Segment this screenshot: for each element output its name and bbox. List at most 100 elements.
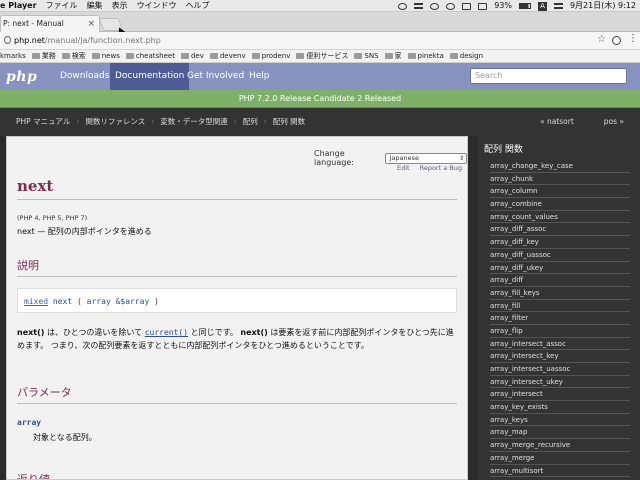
bookmark-item[interactable]: kmarks — [0, 50, 26, 62]
divider — [17, 276, 457, 277]
status-bars-icon[interactable] — [414, 3, 424, 9]
bookmark-folder[interactable]: SNS — [354, 50, 379, 62]
menu-view[interactable]: 表示 — [112, 0, 128, 12]
sidebar-item[interactable]: array_map — [490, 426, 630, 440]
breadcrumb-variables[interactable]: 変数・データ型関連 — [160, 108, 228, 136]
menu-window[interactable]: ウインドウ — [137, 0, 177, 12]
bookmark-folder[interactable]: devenv — [209, 50, 246, 62]
site-header: php Downloads Documentation Get Involved… — [0, 63, 640, 90]
sidebar-item[interactable]: array_intersect_ukey — [490, 376, 630, 389]
battery-icon[interactable] — [518, 3, 531, 9]
bookmark-folder[interactable]: design — [449, 50, 483, 62]
nav-help[interactable]: Help — [244, 63, 275, 90]
clock-icon[interactable] — [430, 2, 440, 10]
volume-icon[interactable] — [478, 2, 488, 10]
sidebar-item[interactable]: array_fill_keys — [490, 287, 630, 300]
input-method-icon[interactable]: A — [537, 1, 547, 11]
bookmark-folder[interactable]: 家 — [384, 50, 402, 62]
sidebar-item[interactable]: array_combine — [490, 198, 630, 211]
sidebar-item[interactable]: array_filter — [490, 312, 630, 325]
folder-icon — [125, 53, 134, 59]
folder-icon — [296, 53, 305, 59]
language-select[interactable]: Japanese ⇕ — [385, 152, 467, 164]
menu-file[interactable]: ファイル — [46, 0, 78, 12]
sidebar-item[interactable]: array_merge_recursive — [490, 439, 630, 452]
breadcrumb-separator: › — [76, 117, 80, 126]
report-bug-link[interactable]: Report a Bug — [420, 164, 462, 172]
breadcrumb-separator: › — [263, 117, 267, 126]
sidebar-item[interactable]: array_flip — [490, 325, 630, 338]
tab-strip: P: next - Manual × — [0, 12, 640, 32]
sidebar-item[interactable]: array_column — [490, 185, 630, 199]
info-icon[interactable] — [4, 36, 11, 44]
app-menu[interactable]: e Player — [0, 0, 37, 12]
status-circle-icon[interactable] — [398, 2, 408, 10]
bookmark-star-icon[interactable]: ☆ — [597, 34, 606, 45]
sidebar-item[interactable]: array_diff — [490, 274, 630, 287]
sidebar-title[interactable]: 配列 関数 — [484, 142, 523, 155]
sidebar-item[interactable]: array_diff_ukey — [490, 262, 630, 275]
sidebar-item[interactable]: array_intersect_key — [490, 350, 630, 363]
sidebar-item[interactable]: array_fill — [490, 300, 630, 313]
prev-link[interactable]: « natsort — [540, 108, 574, 136]
bookmark-label: prodenv — [261, 51, 291, 60]
sidebar-item[interactable]: array_keys — [490, 414, 630, 427]
bookmark-folder[interactable]: news — [91, 50, 120, 62]
browser-menu-icon[interactable]: ⋮ — [628, 34, 638, 44]
description-text: next() は、ひとつの違いを除いて current() と同じです。 nex… — [17, 326, 457, 352]
breadcrumb-arrays[interactable]: 配列 — [243, 108, 258, 136]
list-icon[interactable] — [553, 3, 563, 9]
bookmark-label: news — [101, 51, 120, 60]
extension-icon[interactable] — [612, 36, 621, 45]
sidebar-item[interactable]: array_count_values — [490, 211, 630, 224]
bookmark-folder[interactable]: cheatsheet — [125, 50, 175, 62]
sidebar-item[interactable]: array_diff_assoc — [490, 223, 630, 237]
sidebar-item[interactable]: array_intersect_assoc — [490, 338, 630, 351]
desc-fn-ref: next() — [17, 328, 45, 337]
release-banner[interactable]: PHP 7.2.0 Release Candidate 2 Released — [0, 90, 640, 108]
bookmark-folder[interactable]: prodenv — [251, 50, 291, 62]
language-value: Japanese — [389, 153, 419, 162]
sidebar-item[interactable]: array_multisort — [490, 465, 630, 478]
bookmark-folder[interactable]: pinekta — [407, 50, 444, 62]
menu-edit[interactable]: 編集 — [87, 0, 103, 12]
sidebar-item[interactable]: array_diff_uassoc — [490, 249, 630, 262]
folder-icon — [384, 53, 393, 59]
search-input[interactable]: Search — [470, 68, 627, 84]
clock-datetime[interactable]: 9月21日(木) 9:12 — [570, 0, 636, 12]
nav-downloads[interactable]: Downloads — [55, 63, 114, 90]
sidebar-item[interactable]: array_change_key_case — [490, 160, 630, 173]
nav-get-involved[interactable]: Get Involved — [182, 63, 249, 90]
desc-text: と同じです。 — [188, 328, 241, 337]
sidebar-item[interactable]: array_intersect — [490, 388, 630, 402]
wifi-icon[interactable] — [446, 2, 456, 10]
sidebar-item[interactable]: array_chunk — [490, 173, 630, 186]
bookmark-label: 家 — [394, 51, 402, 60]
breadcrumb-manual[interactable]: PHP マニュアル — [16, 108, 70, 136]
bookmark-folder[interactable]: 業務 — [31, 50, 56, 62]
close-icon[interactable]: × — [87, 16, 95, 32]
bookmark-folder[interactable]: dev — [180, 50, 204, 62]
edit-link[interactable]: Edit — [397, 164, 410, 172]
browser-tab-active[interactable]: P: next - Manual × — [0, 15, 100, 32]
url-field[interactable]: php.net/manual/ja/function.next.php — [14, 35, 161, 46]
bookmark-folder[interactable]: 便利サービス — [296, 50, 348, 62]
next-link[interactable]: pos » — [604, 108, 624, 136]
nav-documentation[interactable]: Documentation — [110, 63, 190, 90]
sidebar-item[interactable]: array_merge — [490, 452, 630, 465]
menu-help[interactable]: ヘルプ — [186, 0, 210, 12]
sidebar-item[interactable]: array_intersect_uassoc — [490, 363, 630, 376]
bookmark-folder[interactable]: 検索 — [61, 50, 86, 62]
param-type: array — [86, 297, 111, 306]
folder-icon — [91, 53, 100, 59]
breadcrumb-function-ref[interactable]: 関数リファレンス — [85, 108, 145, 136]
return-type[interactable]: mixed — [24, 297, 48, 306]
bookmark-label: 業務 — [41, 51, 56, 60]
php-logo[interactable]: php — [6, 69, 37, 85]
sidebar-item[interactable]: array_key_exists — [490, 401, 630, 414]
desc-text: は、ひとつの違いを除いて — [44, 328, 145, 337]
airplay-icon[interactable] — [462, 2, 472, 10]
sidebar-item[interactable]: array_diff_key — [490, 236, 630, 249]
breadcrumb-array-functions[interactable]: 配列 関数 — [273, 108, 305, 136]
current-link[interactable]: current() — [145, 328, 188, 337]
